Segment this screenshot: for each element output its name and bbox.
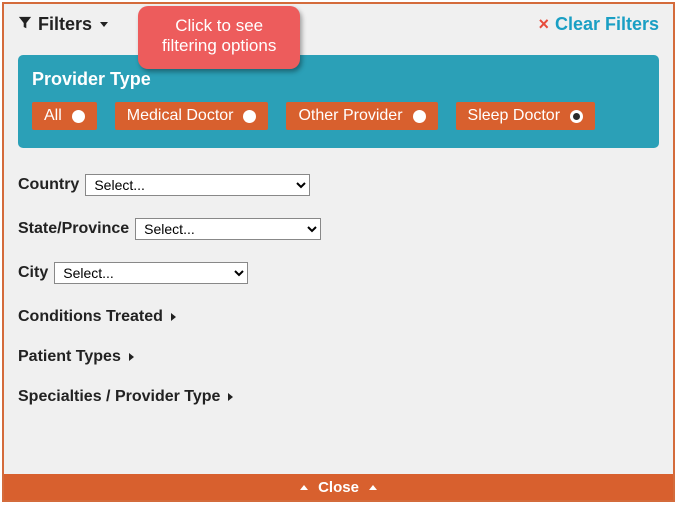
patient-types-label: Patient Types	[18, 348, 121, 366]
caret-right-icon	[129, 353, 134, 361]
header-bar: Filters × Clear Filters	[4, 4, 673, 45]
provider-type-title: Provider Type	[32, 69, 645, 90]
city-label: City	[18, 264, 48, 282]
provider-type-option-medical-doctor[interactable]: Medical Doctor	[115, 102, 269, 130]
filters-dropdown-button[interactable]: Filters	[18, 14, 108, 35]
caret-right-icon	[228, 393, 233, 401]
conditions-label: Conditions Treated	[18, 308, 163, 326]
close-bar-button[interactable]: Close	[4, 474, 673, 500]
specialties-expander[interactable]: Specialties / Provider Type	[18, 388, 659, 406]
radio-icon	[413, 110, 426, 123]
country-label: Country	[18, 176, 79, 194]
option-label: Medical Doctor	[127, 107, 234, 125]
clear-filters-label: Clear Filters	[555, 14, 659, 35]
option-label: Other Provider	[298, 107, 402, 125]
country-row: Country Select...	[18, 174, 659, 196]
specialties-label: Specialties / Provider Type	[18, 388, 220, 406]
state-row: State/Province Select...	[18, 218, 659, 240]
close-label: Close	[318, 479, 359, 496]
country-select[interactable]: Select...	[85, 174, 310, 196]
radio-icon	[72, 110, 85, 123]
provider-type-option-all[interactable]: All	[32, 102, 97, 130]
option-label: All	[44, 107, 62, 125]
patient-types-expander[interactable]: Patient Types	[18, 348, 659, 366]
provider-type-section: Provider Type All Medical Doctor Other P…	[18, 55, 659, 148]
option-label: Sleep Doctor	[468, 107, 561, 125]
state-select[interactable]: Select...	[135, 218, 321, 240]
caret-up-icon	[369, 485, 377, 490]
caret-up-icon	[300, 485, 308, 490]
close-icon: ×	[538, 14, 549, 35]
funnel-icon	[18, 14, 32, 35]
caret-down-icon	[100, 22, 108, 27]
city-row: City Select...	[18, 262, 659, 284]
radio-icon-selected	[570, 110, 583, 123]
provider-type-option-other-provider[interactable]: Other Provider	[286, 102, 437, 130]
city-select[interactable]: Select...	[54, 262, 248, 284]
clear-filters-button[interactable]: × Clear Filters	[538, 14, 659, 35]
filters-label: Filters	[38, 14, 92, 35]
provider-type-options: All Medical Doctor Other Provider Sleep …	[32, 102, 645, 130]
conditions-treated-expander[interactable]: Conditions Treated	[18, 308, 659, 326]
filter-panel: Filters × Clear Filters Click to see fil…	[2, 2, 675, 502]
radio-icon	[243, 110, 256, 123]
provider-type-option-sleep-doctor[interactable]: Sleep Doctor	[456, 102, 596, 130]
state-label: State/Province	[18, 220, 129, 238]
caret-right-icon	[171, 313, 176, 321]
